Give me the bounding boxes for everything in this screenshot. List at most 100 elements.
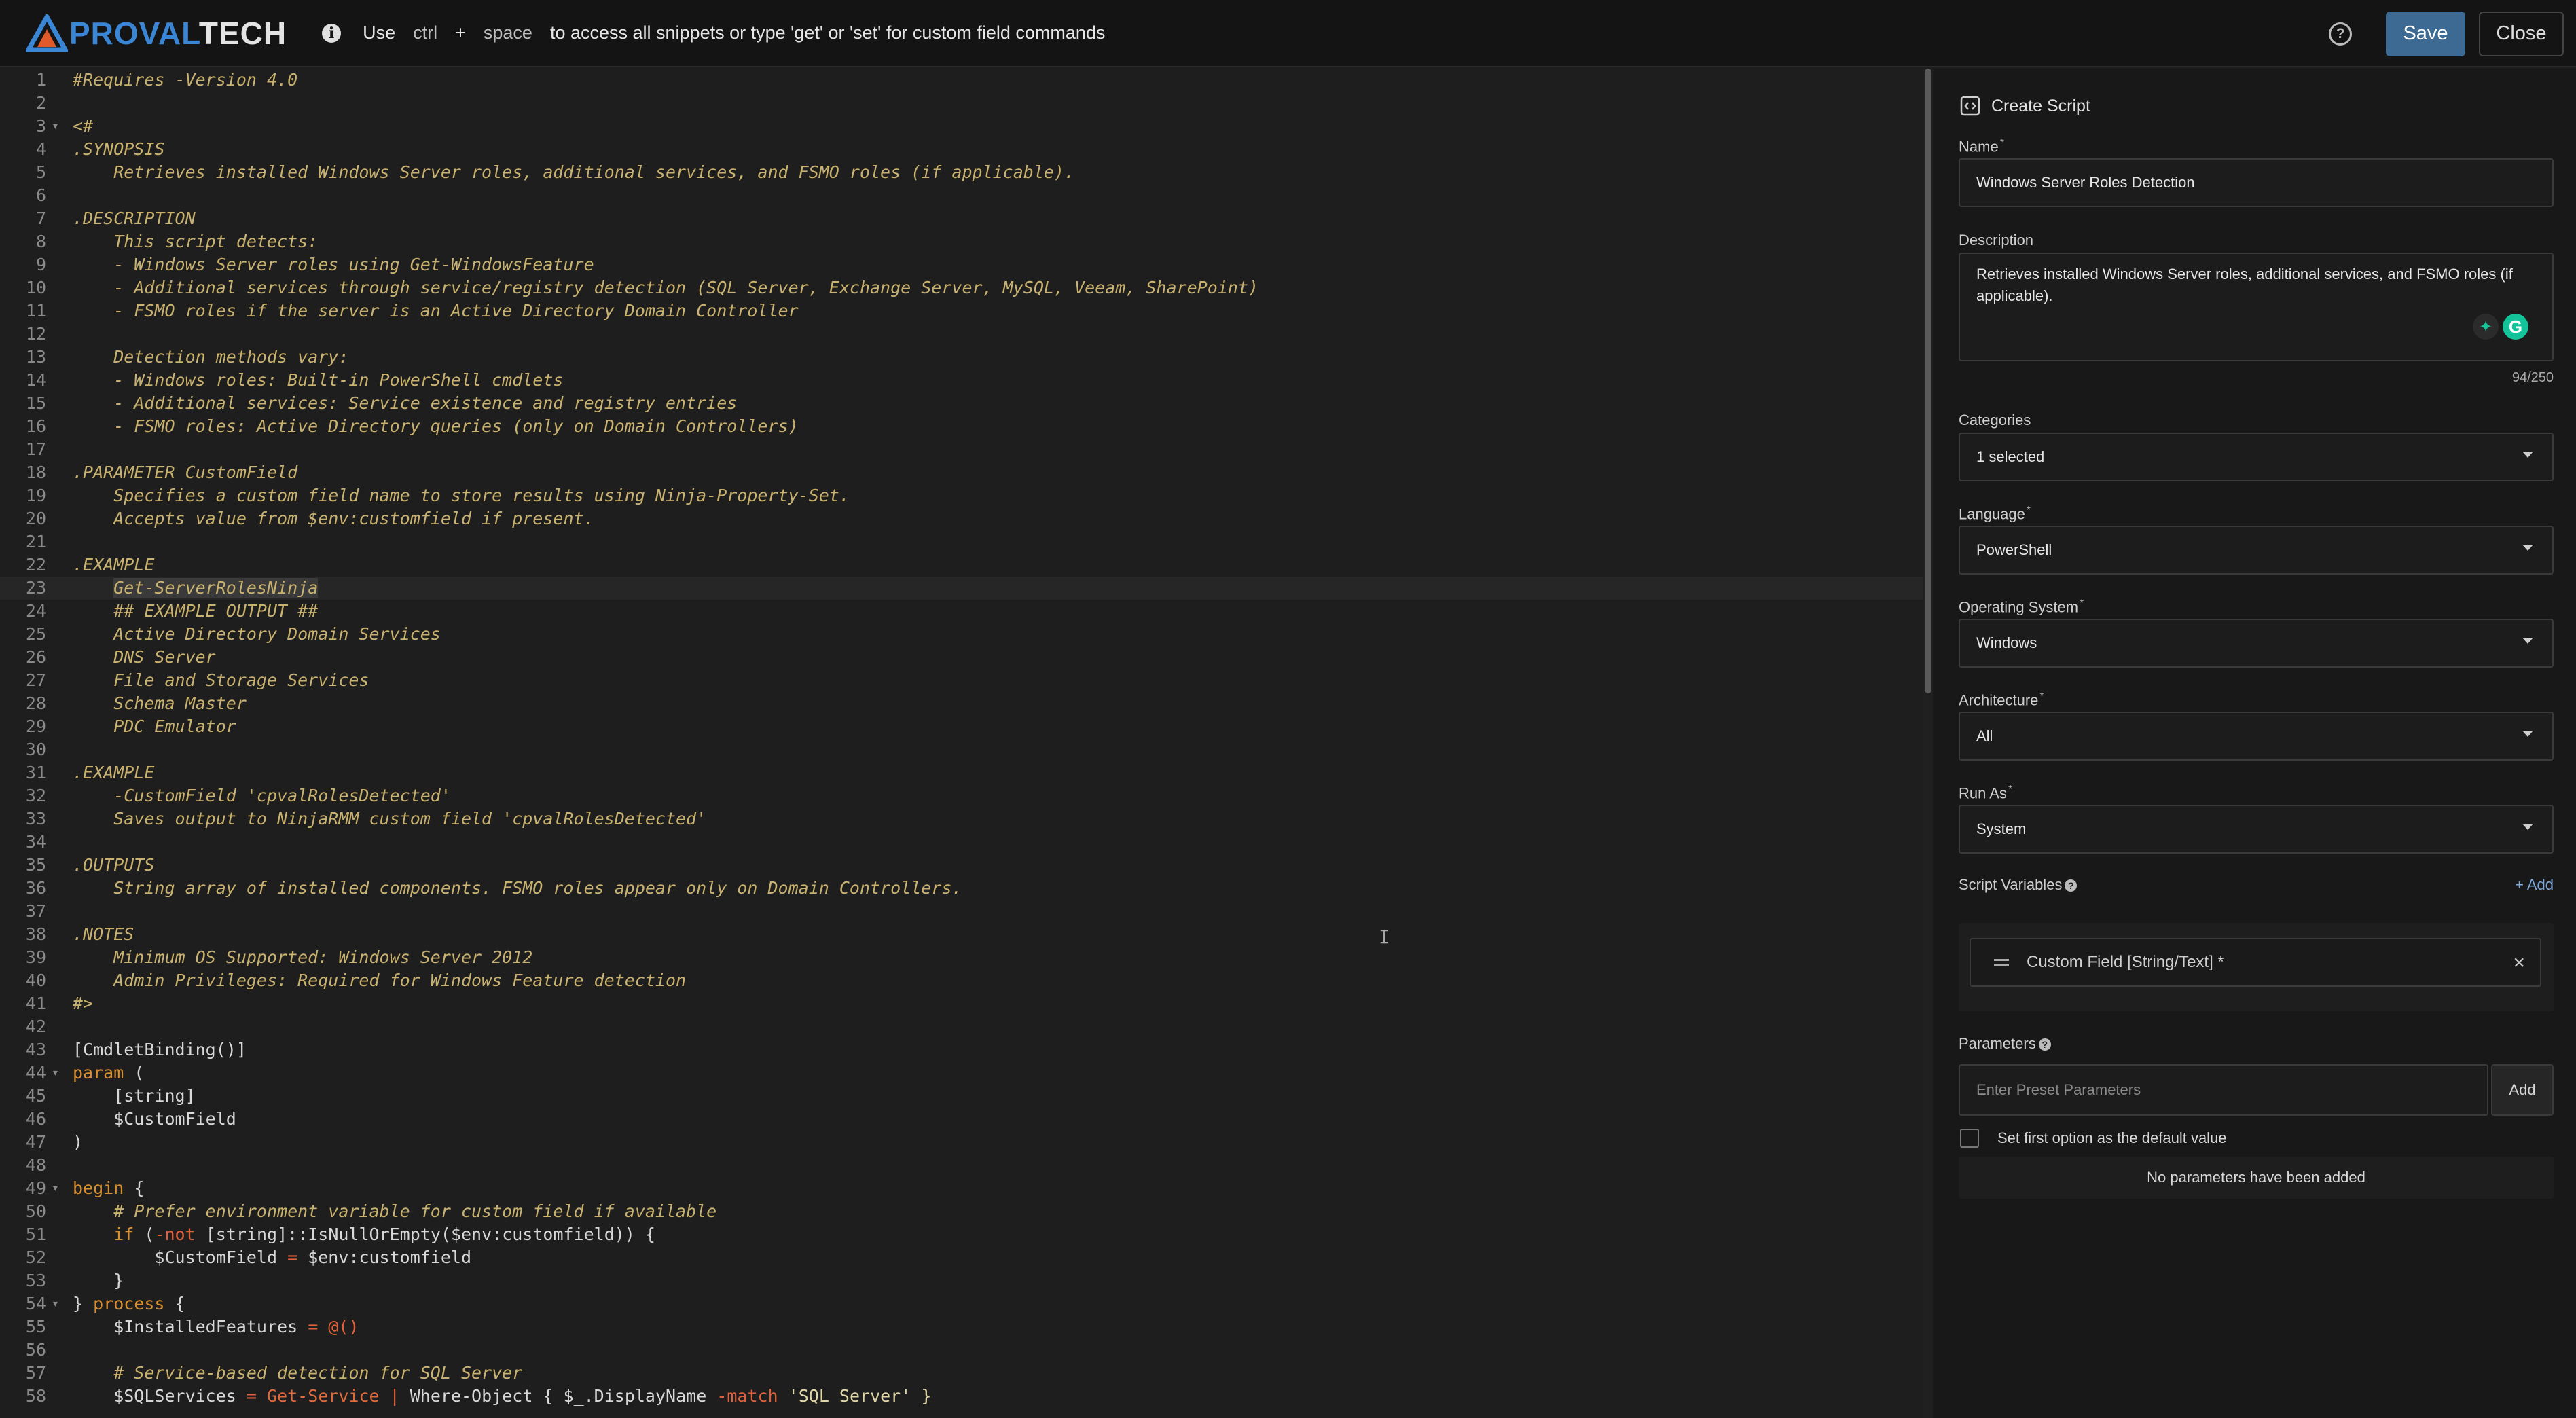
code-token: #> xyxy=(73,994,94,1013)
code-line[interactable]: 34 xyxy=(0,831,1923,854)
code-line[interactable]: 31 .EXAMPLE xyxy=(0,761,1923,784)
code-text: param ( xyxy=(73,1061,144,1085)
editor-scrollbar[interactable] xyxy=(1923,69,1933,1418)
code-line[interactable]: 42 xyxy=(0,1015,1923,1038)
code-line[interactable]: 44 ▾ param ( xyxy=(0,1061,1923,1085)
code-token: ( xyxy=(134,1224,155,1244)
code-line[interactable]: 47) xyxy=(0,1131,1923,1154)
code-line[interactable]: 46 $CustomField xyxy=(0,1108,1923,1131)
sparkle-icon[interactable]: ✦ xyxy=(2473,314,2499,340)
code-line[interactable]: 51 if (-not [string]::IsNullOrEmpty($env… xyxy=(0,1223,1923,1246)
categories-select[interactable]: 1 selected xyxy=(1959,433,2554,481)
code-line[interactable]: 2 xyxy=(0,92,1923,115)
code-token: Where-Object { $_.DisplayName xyxy=(399,1386,717,1406)
runas-label: Run As * xyxy=(1959,784,2013,802)
code-line[interactable]: 5 Retrieves installed Windows Server rol… xyxy=(0,161,1923,184)
code-line[interactable]: 15 - Additional services: Service existe… xyxy=(0,392,1923,415)
language-select[interactable]: PowerShell xyxy=(1959,526,2554,575)
code-line[interactable]: 26 DNS Server xyxy=(0,646,1923,669)
name-field[interactable]: Windows Server Roles Detection xyxy=(1959,158,2554,207)
code-line[interactable]: 55 $InstalledFeatures = @() xyxy=(0,1315,1923,1339)
code-line[interactable]: 20 Accepts value from $env:customfield i… xyxy=(0,507,1923,530)
code-text: .EXAMPLE xyxy=(73,761,154,784)
fold-chevron-icon[interactable]: ▾ xyxy=(52,1061,59,1085)
default-value-checkbox[interactable] xyxy=(1960,1129,1979,1148)
fold-chevron-icon[interactable]: ▾ xyxy=(52,115,59,138)
grammarly-icon[interactable]: G xyxy=(2503,314,2528,340)
code-line[interactable]: 8 This script detects: xyxy=(0,230,1923,253)
help-circle-icon[interactable]: ? xyxy=(2038,1038,2051,1051)
code-line[interactable]: 18 .PARAMETER CustomField xyxy=(0,461,1923,484)
code-line[interactable]: 39 Minimum OS Supported: Windows Server … xyxy=(0,946,1923,969)
code-line[interactable]: 14 - Windows roles: Built-in PowerShell … xyxy=(0,369,1923,392)
code-line[interactable]: 24 ## EXAMPLE OUTPUT ## xyxy=(0,600,1923,623)
code-line[interactable]: 35 .OUTPUTS xyxy=(0,854,1923,877)
code-line[interactable]: 36 String array of installed components.… xyxy=(0,877,1923,900)
code-line[interactable]: 49 ▾ begin { xyxy=(0,1177,1923,1200)
code-line[interactable]: 41 #> xyxy=(0,992,1923,1015)
code-line[interactable]: 23 Get-ServerRolesNinja xyxy=(0,577,1923,600)
code-line[interactable]: 17 xyxy=(0,438,1923,461)
add-parameter-button[interactable]: Add xyxy=(2491,1064,2554,1116)
code-line[interactable]: 1 #Requires -Version 4.0 xyxy=(0,69,1923,92)
help-circle-icon[interactable]: ? xyxy=(2065,879,2078,892)
code-line[interactable]: 6 xyxy=(0,184,1923,207)
code-line[interactable]: 7 .DESCRIPTION xyxy=(0,207,1923,230)
preset-parameters-input[interactable] xyxy=(1959,1064,2488,1116)
hint-ctrl-key: ctrl xyxy=(413,22,438,43)
code-line[interactable]: 43 [CmdletBinding()] xyxy=(0,1038,1923,1061)
description-field[interactable]: Retrieves installed Windows Server roles… xyxy=(1959,253,2554,361)
code-line[interactable]: 53 } xyxy=(0,1269,1923,1292)
code-line[interactable]: 50 # Prefer environment variable for cus… xyxy=(0,1200,1923,1223)
script-variable-item[interactable]: Custom Field [String/Text] * × xyxy=(1970,938,2541,987)
code-line[interactable]: 57 # Service-based detection for SQL Ser… xyxy=(0,1362,1923,1385)
code-line[interactable]: 45 [string] xyxy=(0,1085,1923,1108)
code-line[interactable]: 40 Admin Privileges: Required for Window… xyxy=(0,969,1923,992)
add-script-variable-button[interactable]: + Add xyxy=(2515,876,2554,894)
os-select[interactable]: Windows xyxy=(1959,619,2554,668)
code-line[interactable]: 29 PDC Emulator xyxy=(0,715,1923,738)
code-text: .PARAMETER CustomField xyxy=(73,461,297,484)
grammarly-widget[interactable]: ✦ G xyxy=(2473,314,2528,340)
code-line[interactable]: 28 Schema Master xyxy=(0,692,1923,715)
line-number: 46 xyxy=(25,1109,46,1129)
code-line[interactable]: 25 Active Directory Domain Services xyxy=(0,623,1923,646)
close-icon[interactable]: × xyxy=(2513,951,2525,975)
editor-scroll-thumb[interactable] xyxy=(1925,69,1931,693)
code-line[interactable]: 11 - FSMO roles if the server is an Acti… xyxy=(0,299,1923,323)
code-line[interactable]: 56 xyxy=(0,1339,1923,1362)
code-line[interactable]: 32 -CustomField 'cpvalRolesDetected' xyxy=(0,784,1923,807)
code-line[interactable]: 21 xyxy=(0,530,1923,553)
code-token: } xyxy=(73,1294,94,1313)
code-line[interactable]: 16 - FSMO roles: Active Directory querie… xyxy=(0,415,1923,438)
code-token: .NOTES xyxy=(73,924,134,944)
code-line[interactable]: 4 .SYNOPSIS xyxy=(0,138,1923,161)
line-number: 19 xyxy=(25,486,46,505)
runas-select[interactable]: System xyxy=(1959,805,2554,854)
code-line[interactable]: 30 xyxy=(0,738,1923,761)
code-line[interactable]: 22 .EXAMPLE xyxy=(0,553,1923,577)
hint-use: Use xyxy=(363,22,396,43)
code-line[interactable]: 33 Saves output to NinjaRMM custom field… xyxy=(0,807,1923,831)
architecture-select[interactable]: All xyxy=(1959,712,2554,761)
drag-handle-icon[interactable] xyxy=(1994,958,2009,966)
code-line[interactable]: 58 $SQLServices = Get-Service | Where-Ob… xyxy=(0,1385,1923,1408)
close-button[interactable]: Close xyxy=(2479,11,2564,56)
help-icon[interactable]: ? xyxy=(2329,22,2352,46)
save-button[interactable]: Save xyxy=(2386,11,2465,56)
code-line[interactable]: 10 - Additional services through service… xyxy=(0,276,1923,299)
code-line[interactable]: 37 xyxy=(0,900,1923,923)
code-line[interactable]: 9 - Windows Server roles using Get-Windo… xyxy=(0,253,1923,276)
code-line[interactable]: 38 .NOTES xyxy=(0,923,1923,946)
fold-chevron-icon[interactable]: ▾ xyxy=(52,1177,59,1200)
code-line[interactable]: 13 Detection methods vary: xyxy=(0,346,1923,369)
code-editor[interactable]: 1 #Requires -Version 4.0 2 3 ▾ <# 4 .SYNOPSIS 5 … xyxy=(0,69,1923,1418)
code-line[interactable]: 3 ▾ <# xyxy=(0,115,1923,138)
code-line[interactable]: 19 Specifies a custom field name to stor… xyxy=(0,484,1923,507)
code-line[interactable]: 48 xyxy=(0,1154,1923,1177)
code-line[interactable]: 52 $CustomField = $env:customfield xyxy=(0,1246,1923,1269)
fold-chevron-icon[interactable]: ▾ xyxy=(52,1292,59,1315)
code-line[interactable]: 12 xyxy=(0,323,1923,346)
code-line[interactable]: 27 File and Storage Services xyxy=(0,669,1923,692)
code-line[interactable]: 54 ▾} process { xyxy=(0,1292,1923,1315)
